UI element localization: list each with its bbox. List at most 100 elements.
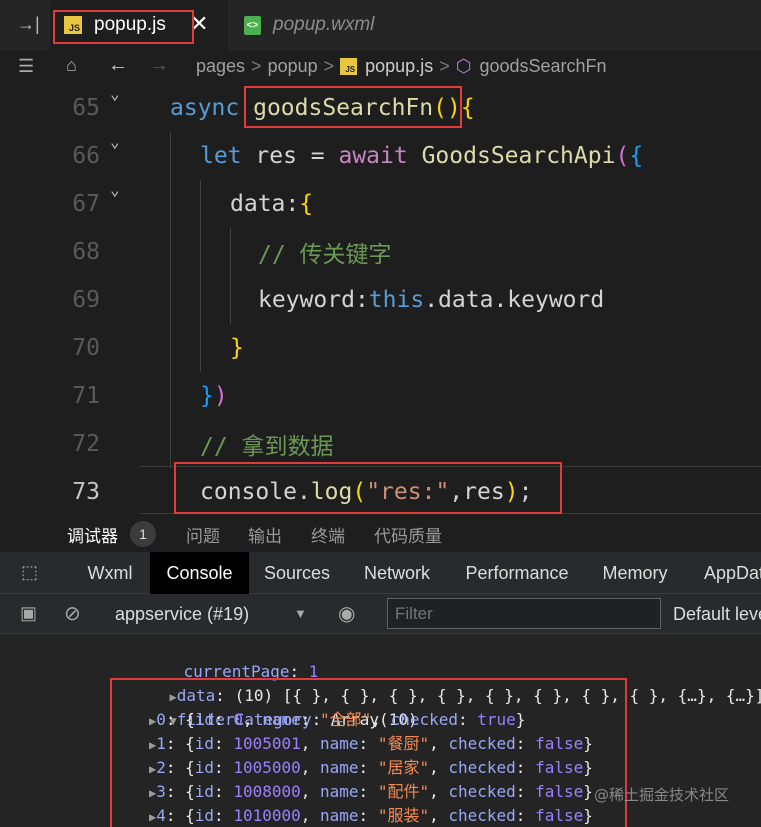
item-index: 4 (156, 806, 166, 825)
code-token: this (368, 287, 425, 313)
item-id: 1005001 (233, 734, 301, 753)
tab-debugger[interactable]: 调试器 (67, 522, 118, 547)
code-line[interactable]: 69 keyword:this.data.keyword (0, 276, 761, 324)
line-number: 68 (72, 239, 100, 265)
item-name: "服装" (377, 806, 430, 825)
clear-console-icon[interactable]: ⊘ (64, 601, 81, 626)
chevron-down-icon[interactable]: ▼ (294, 606, 307, 621)
code-token: () (433, 95, 461, 121)
tab-label: Network (363, 562, 430, 583)
bottom-panel-tabs: 调试器 1 问题 输出 终端 代码质量 (0, 516, 761, 552)
back-arrow-icon[interactable]: ← (108, 54, 128, 77)
breadcrumb-symbol[interactable]: goodsSearchFn (479, 56, 606, 77)
array-item[interactable]: ▶0: {id: 0, name: "全部", checked: true} (149, 708, 525, 732)
item-index: 1 (156, 734, 166, 753)
code-token: log (310, 479, 353, 505)
split-editor-icon[interactable]: →| (17, 14, 40, 35)
code-line[interactable]: 66 ⌄ let res = await GoodsSearchApi({ (0, 132, 761, 180)
wxml-file-icon: <> (244, 15, 261, 35)
code-token: keyword (507, 287, 605, 313)
tab-sources[interactable]: Sources (249, 552, 345, 594)
code-line[interactable]: 67 ⌄ data:{ (0, 180, 761, 228)
breadcrumb-separator: > (439, 56, 450, 76)
code-token: data (438, 287, 494, 313)
fold-chevron-icon[interactable]: ⌄ (110, 84, 120, 103)
bookmark-icon[interactable]: ⌂ (66, 55, 77, 76)
filter-input[interactable] (387, 598, 661, 629)
tab-popup-js[interactable]: JS popup.js ✕ (50, 0, 228, 50)
line-number: 67 (72, 191, 100, 217)
item-index: 2 (156, 758, 166, 777)
close-icon[interactable]: ✕ (190, 11, 208, 37)
code-token: : (354, 287, 369, 313)
tab-code-quality[interactable]: 代码质量 (374, 522, 442, 547)
tab-label: Console (166, 562, 233, 583)
code-token: } (200, 383, 214, 409)
array-item[interactable]: ▶3: {id: 1008000, name: "配件", checked: f… (149, 780, 593, 804)
breadcrumb-popup[interactable]: popup (268, 56, 318, 77)
line-number: 66 (72, 143, 100, 169)
code-token: ( (615, 143, 630, 169)
tab-popup-wxml[interactable]: <> popup.wxml (228, 0, 428, 50)
outline-icon[interactable]: ☰ (18, 56, 34, 77)
line-number: 71 (72, 383, 100, 409)
log-data[interactable]: ▶data: (10) [{ }, { }, { }, { }, { }, { … (131, 660, 761, 705)
breadcrumb-separator: > (251, 56, 262, 76)
code-token: goodsSearchFn (253, 95, 434, 121)
log-filter-category[interactable]: ▼filterCategory: Array(10) (131, 684, 418, 729)
code-token: // 传关键字 (258, 242, 392, 268)
code-token: { (299, 191, 314, 217)
breadcrumb-file[interactable]: popup.js (365, 56, 433, 77)
editor-tab-bar: →| JS popup.js ✕ <> popup.wxml (0, 0, 761, 50)
array-item[interactable]: ▶4: {id: 1010000, name: "服装", checked: f… (149, 804, 593, 827)
code-token: res (463, 479, 505, 505)
code-text: data:{ (230, 191, 313, 217)
item-id: 1010000 (233, 806, 301, 825)
tab-terminal[interactable]: 终端 (311, 522, 345, 547)
fold-chevron-icon[interactable]: ⌄ (110, 132, 120, 151)
tab-output[interactable]: 输出 (248, 522, 282, 547)
tab-appdata[interactable]: AppDat (704, 552, 761, 594)
log-levels-dropdown[interactable]: Default leve (673, 604, 761, 625)
eye-icon[interactable]: ◉ (338, 601, 355, 626)
tab-console[interactable]: Console (150, 552, 249, 594)
tab-problems[interactable]: 问题 (186, 522, 220, 547)
line-number: 65 (72, 95, 100, 121)
code-token: , (449, 479, 464, 505)
fold-chevron-icon[interactable]: ⌄ (110, 180, 120, 199)
inspect-element-icon[interactable]: ⬚ (21, 562, 38, 583)
code-token: ) (504, 479, 519, 505)
breadcrumb-separator: > (323, 56, 335, 76)
code-line[interactable]: 73 console.log("res:",res); (0, 468, 761, 516)
line-number: 73 (72, 479, 100, 505)
tab-label: AppDat (704, 562, 761, 583)
item-checked: true (477, 710, 516, 729)
item-id: 1005000 (233, 758, 301, 777)
forward-arrow-icon[interactable]: → (149, 54, 169, 77)
array-item[interactable]: ▶1: {id: 1005001, name: "餐厨", checked: f… (149, 732, 593, 756)
code-editor[interactable]: 65 ⌄ async goodsSearchFn(){66 ⌄ let res = aw… (0, 84, 761, 516)
code-token: { (629, 143, 644, 169)
tab-wxml[interactable]: Wxml (70, 552, 150, 594)
code-token: let (200, 143, 256, 169)
code-line[interactable]: 65 ⌄ async goodsSearchFn(){ (0, 84, 761, 132)
code-line[interactable]: 70} (0, 324, 761, 372)
code-text: keyword:this.data.keyword (258, 287, 604, 313)
tab-network[interactable]: Network (348, 552, 446, 594)
code-line[interactable]: 72 // 拿到数据 (0, 420, 761, 468)
js-file-icon: JS (64, 16, 82, 34)
tab-label: Performance (465, 562, 569, 583)
code-line[interactable]: 71}) (0, 372, 761, 420)
breadcrumb-pages[interactable]: pages (196, 56, 245, 77)
tab-memory[interactable]: Memory (590, 552, 680, 594)
code-token: console (200, 479, 297, 505)
tab-performance[interactable]: Performance (452, 552, 582, 594)
log-current-page: currentPage: 1 (183, 662, 319, 681)
tab-label: popup.wxml (273, 14, 375, 35)
item-checked: false (535, 782, 584, 801)
context-selector[interactable]: appservice (#19) (115, 604, 249, 625)
sidebar-toggle-icon[interactable]: ▣ (20, 603, 37, 624)
code-line[interactable]: 68 // 传关键字 (0, 228, 761, 276)
array-item[interactable]: ▶2: {id: 1005000, name: "居家", checked: f… (149, 756, 593, 780)
item-name: "全部" (320, 710, 372, 729)
